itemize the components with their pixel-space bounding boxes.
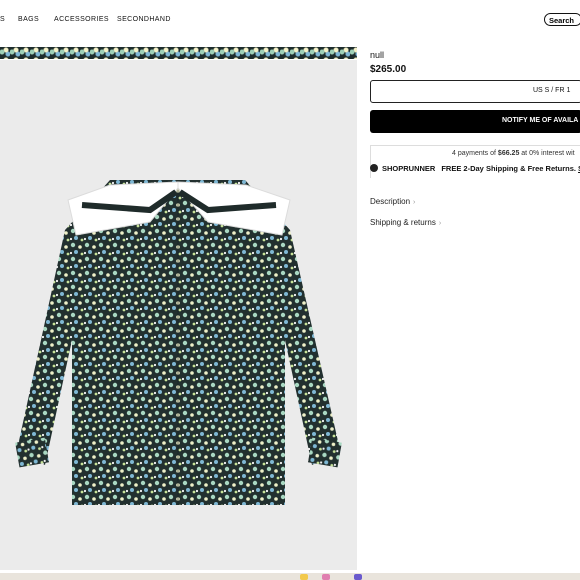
- taskbar-app-icon[interactable]: [300, 574, 308, 580]
- product-info: null $265.00 US S / FR 1 NOTIFY ME OF AV…: [370, 0, 580, 580]
- nav-item-s[interactable]: S: [0, 16, 5, 23]
- notify-me-button[interactable]: NOTIFY ME OF AVAILA: [370, 110, 580, 133]
- nav-item-bags[interactable]: BAGS: [18, 16, 39, 23]
- shoprunner-logo-icon: [370, 164, 378, 172]
- blouse-illustration: [15, 180, 342, 505]
- size-selector-value: US S / FR 1: [533, 87, 571, 94]
- taskbar: [0, 573, 580, 580]
- shoprunner-offer: FREE 2-Day Shipping & Free Returns.: [441, 164, 576, 173]
- shoprunner-brand: SHOPRUNNER: [382, 164, 436, 173]
- description-toggle[interactable]: Description ›: [370, 197, 415, 206]
- product-image[interactable]: [0, 60, 357, 570]
- payment-info-box: 4 payments of $66.25 at 0% interest wit: [370, 145, 580, 178]
- taskbar-app-icon[interactable]: [354, 574, 362, 580]
- installment-text: 4 payments of $66.25 at 0% interest wit: [452, 150, 575, 157]
- shoprunner-banner: SHOPRUNNER FREE 2-Day Shipping & Free Ret…: [370, 164, 580, 173]
- size-selector[interactable]: US S / FR 1: [370, 80, 580, 103]
- chevron-right-icon: ›: [438, 220, 442, 227]
- nav-item-accessories[interactable]: ACCESSORIES: [54, 16, 109, 23]
- shipping-returns-toggle[interactable]: Shipping & returns ›: [370, 218, 441, 227]
- nav-item-secondhand[interactable]: SECONDHAND: [117, 16, 171, 23]
- notify-me-label: NOTIFY ME OF AVAILA: [502, 117, 579, 124]
- gallery-thumbnail-strip[interactable]: [0, 47, 357, 59]
- description-label: Description: [370, 197, 411, 206]
- chevron-right-icon: ›: [413, 199, 416, 206]
- product-title: null: [370, 50, 385, 60]
- product-price: $265.00: [370, 64, 407, 75]
- installment-amount: $66.25: [497, 150, 520, 157]
- shipping-returns-label: Shipping & returns: [370, 218, 436, 227]
- taskbar-app-icon[interactable]: [322, 574, 330, 580]
